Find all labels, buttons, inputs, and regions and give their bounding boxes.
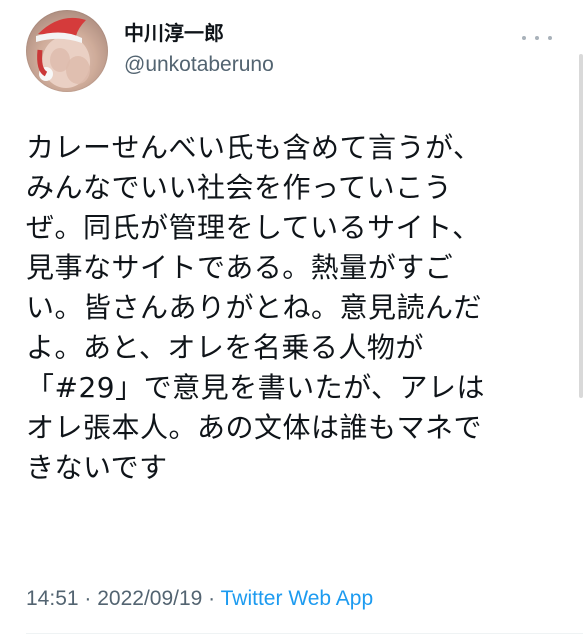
tweet-date[interactable]: 2022/09/19 <box>97 587 202 610</box>
meta-separator: · <box>78 587 98 610</box>
tweet-text-line: 「#29」で意見を書いたが、アレは <box>26 371 486 404</box>
tweet-text: カレーせんべい氏も含めて言うが、 みんなでいい社会を作っていこう ぜ。同氏が管理をし… <box>26 128 566 488</box>
tweet-time[interactable]: 14:51 <box>26 587 79 610</box>
tweet-text-line: ぜ。同氏が管理をしているサイト、 <box>26 211 481 244</box>
tweet-text-line: きないです <box>26 451 168 484</box>
scrollbar[interactable] <box>579 54 583 398</box>
tweet-text-line: オレ張本人。あの文体は誰もマネで <box>26 411 483 444</box>
avatar[interactable] <box>26 10 108 92</box>
tweet-text-line: 見事なサイトである。熱量がすご <box>26 251 454 284</box>
dot <box>522 36 526 40</box>
dot <box>535 36 539 40</box>
display-name[interactable]: 中川淳一郎 <box>124 20 274 46</box>
tweet-card: 中川淳一郎 @unkotaberuno カレーせんべい氏も含めて言うが、 みんなで… <box>0 0 583 640</box>
author-names: 中川淳一郎 @unkotaberuno <box>124 20 274 80</box>
tweet-text-line: い。皆さんありがとね。意見読んだ <box>26 291 483 324</box>
tweet-text-line: みんなでいい社会を作っていこう <box>26 171 453 204</box>
avatar-photo-icon <box>26 10 108 92</box>
divider <box>26 633 583 634</box>
user-handle[interactable]: @unkotaberuno <box>124 50 274 80</box>
more-dots-icon[interactable] <box>522 30 552 46</box>
tweet-text-line: カレーせんべい氏も含めて言うが、 <box>26 131 482 164</box>
dot <box>548 36 552 40</box>
tweet-meta: 14:51 · 2022/09/19 · Twitter Web App <box>26 584 373 614</box>
tweet-header: 中川淳一郎 @unkotaberuno <box>26 10 566 94</box>
meta-separator: · <box>202 587 221 610</box>
tweet-source-link[interactable]: Twitter Web App <box>221 587 374 610</box>
tweet-text-line: よ。あと、オレを名乗る人物が <box>26 331 424 364</box>
